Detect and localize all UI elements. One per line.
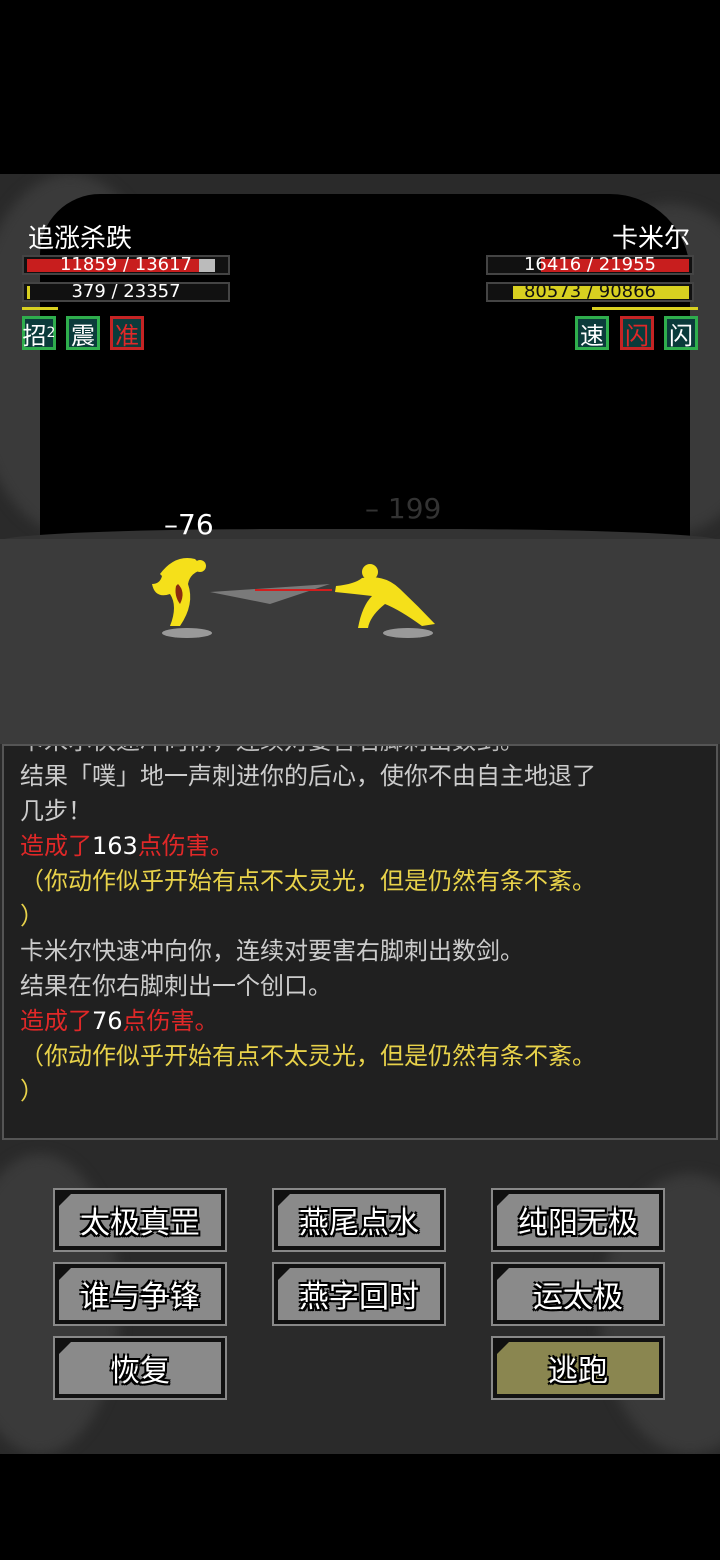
log-damage-prefix: 造成了: [20, 832, 92, 860]
enemy-figure: [335, 564, 435, 628]
player-figure: [152, 558, 206, 626]
player-damage-popup: –76: [164, 508, 214, 541]
enemy-mp-bar: 80573 / 90866: [486, 282, 694, 302]
log-line: 几步！: [20, 797, 92, 825]
skill-button-chunyang-wuji[interactable]: 纯阳无极: [491, 1188, 665, 1252]
battle-screen: 追涨杀跌 11859 / 13617 379 / 23357 招2 震 准 卡米…: [0, 174, 720, 1454]
log-damage-line: 造成了163点伤害。: [20, 829, 700, 864]
enemy-status-underline: [592, 307, 698, 310]
player-mp-bar: 379 / 23357: [22, 282, 230, 302]
skill-button-yun-taiji[interactable]: 运太极: [491, 1262, 665, 1326]
log-line: 卡米尔快速冲向你，连续对要害右脚刺出数剑。: [20, 937, 524, 965]
status-icon-zhao[interactable]: 招2: [22, 316, 56, 350]
skill-button-yanwei-dianshui[interactable]: 燕尾点水: [272, 1188, 446, 1252]
log-damage-value: 163: [92, 832, 138, 860]
flee-button[interactable]: 逃跑: [491, 1336, 665, 1400]
status-icon-zhen[interactable]: 震: [66, 316, 100, 350]
skill-button-yanzi-huishi[interactable]: 燕字回时: [272, 1262, 446, 1326]
skill-button-shuiyu-zhengfeng[interactable]: 谁与争锋: [53, 1262, 227, 1326]
status-icon-shan-green[interactable]: 闪: [664, 316, 698, 350]
enemy-mp-text: 80573 / 90866: [523, 281, 657, 302]
status-icon-zhun[interactable]: 准: [110, 316, 144, 350]
player-shadow: [162, 628, 212, 638]
player-status-underline: [22, 307, 58, 310]
player-name: 追涨杀跌: [28, 224, 133, 254]
log-state-line: （你动作似乎开始有点不太灵光，但是仍然有条不紊。: [20, 1042, 596, 1070]
player-hp-bar: 11859 / 13617: [22, 255, 230, 275]
enemy-shadow: [383, 628, 433, 638]
log-damage-prefix: 造成了: [20, 1007, 92, 1035]
log-state-line: （你动作似乎开始有点不太灵光，但是仍然有条不紊。: [20, 867, 596, 895]
log-damage-suffix: 点伤害。: [137, 832, 234, 860]
log-damage-line: 造成了76点伤害。: [20, 1004, 700, 1039]
log-state-line-end: ）: [20, 1077, 44, 1105]
log-line-partial: 卡米尔快速冲向你，连续对要害右脚刺出数剑。: [20, 746, 700, 759]
enemy-hp-bar: 16416 / 21955: [486, 255, 694, 275]
fight-scene: [152, 558, 435, 638]
battle-log[interactable]: 卡米尔快速冲向你，连续对要害右脚刺出数剑。 结果「噗」地一声刺进你的后心，使你不…: [2, 744, 718, 1140]
status-icon-shan-red[interactable]: 闪: [620, 316, 654, 350]
status-icon-su[interactable]: 速: [575, 316, 609, 350]
log-damage-suffix: 点伤害。: [122, 1007, 219, 1035]
log-damage-value: 76: [92, 1007, 123, 1035]
skill-button-taiji-zhengang[interactable]: 太极真罡: [53, 1188, 227, 1252]
enemy-hp-text: 16416 / 21955: [523, 254, 657, 275]
enemy-name: 卡米尔: [611, 224, 690, 254]
sword-slash-trail: [210, 584, 330, 604]
player-mp-text: 379 / 23357: [71, 281, 181, 302]
faint-damage-popup: – 199: [365, 492, 442, 525]
log-state-line-end: ）: [20, 902, 44, 930]
player-hp-text: 11859 / 13617: [59, 254, 193, 275]
log-line: 结果在你右脚刺出一个创口。: [20, 972, 332, 1000]
log-line: 结果「噗」地一声刺进你的后心，使你不由自主地退了: [20, 762, 596, 790]
recover-button[interactable]: 恢复: [53, 1336, 227, 1400]
